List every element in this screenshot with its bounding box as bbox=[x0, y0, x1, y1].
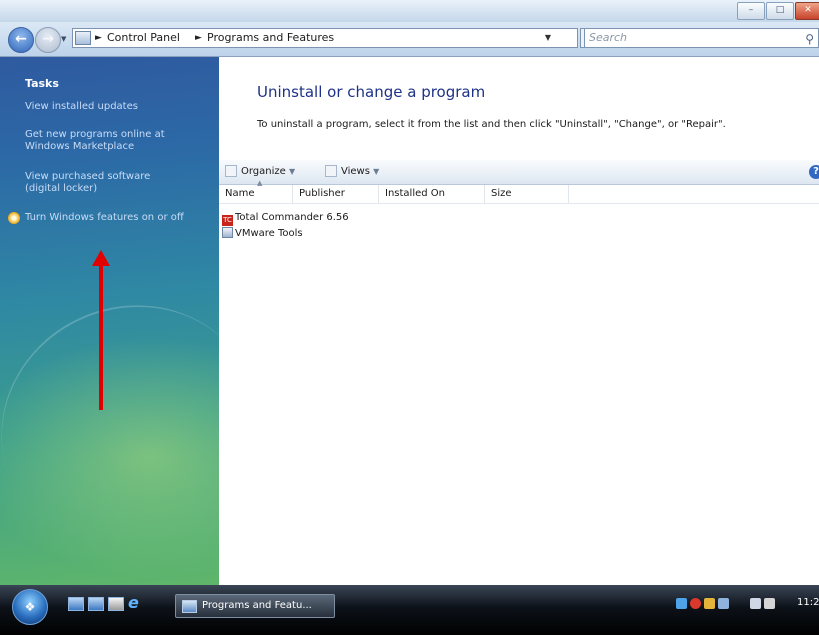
recent-pages-dropdown[interactable]: ▼ bbox=[61, 35, 66, 43]
view-installed-updates-link[interactable]: View installed updates bbox=[25, 101, 205, 113]
explorer-icon[interactable] bbox=[108, 597, 124, 611]
main-content: Uninstall or change a program To uninsta… bbox=[219, 57, 819, 585]
volume-icon[interactable] bbox=[764, 598, 775, 609]
column-publisher[interactable]: Publisher bbox=[293, 185, 379, 203]
forward-arrow-icon: → bbox=[42, 31, 54, 47]
program-name: VMware Tools bbox=[235, 228, 303, 239]
internet-explorer-icon[interactable]: e bbox=[128, 593, 139, 612]
program-name: Total Commander 6.56 bbox=[235, 212, 349, 223]
column-headers: ▲ Name Publisher Installed On Size bbox=[219, 179, 819, 204]
program-row[interactable]: VMware Tools bbox=[222, 226, 303, 242]
column-size[interactable]: Size bbox=[485, 185, 569, 203]
turn-windows-features-link[interactable]: Turn Windows features on or off bbox=[25, 212, 200, 224]
vmware-tools-icon bbox=[222, 227, 233, 238]
windows-features-shield-icon bbox=[8, 212, 20, 224]
forward-button[interactable]: → bbox=[35, 27, 61, 53]
close-button[interactable]: ✕ bbox=[795, 2, 819, 20]
column-name[interactable]: Name bbox=[219, 185, 293, 203]
breadcrumb-control-panel[interactable]: Control Panel bbox=[107, 29, 180, 47]
minimize-button[interactable]: – bbox=[737, 2, 765, 20]
organize-label: Organize bbox=[241, 166, 286, 177]
taskbar-button-programs-and-features[interactable]: Programs and Featu... bbox=[175, 594, 335, 618]
back-arrow-icon: ← bbox=[15, 31, 27, 47]
task-pane: Tasks View installed updates Get new pro… bbox=[0, 57, 299, 593]
device-tray-icon[interactable] bbox=[718, 598, 729, 609]
address-dropdown-icon[interactable]: ▼ bbox=[545, 29, 551, 47]
command-bar: Organize ▼ Views ▼ ? bbox=[219, 160, 819, 185]
total-commander-icon: TC bbox=[222, 215, 233, 226]
views-icon bbox=[325, 165, 337, 177]
organize-icon bbox=[225, 165, 237, 177]
navigation-bar: ← → ▼ ► Control Panel ► Programs and Fea… bbox=[0, 22, 819, 57]
show-desktop-icon[interactable] bbox=[68, 597, 84, 611]
control-panel-icon bbox=[182, 600, 197, 613]
taskbar-button-label: Programs and Featu... bbox=[202, 600, 312, 611]
title-bar: – □ ✕ bbox=[0, 0, 819, 22]
taskbar: ❖ e Programs and Featu... 11:2 bbox=[0, 585, 819, 635]
windows-marketplace-link[interactable]: Get new programs online at Windows Marke… bbox=[25, 129, 200, 153]
views-button[interactable]: Views ▼ bbox=[325, 160, 379, 184]
switch-windows-icon[interactable] bbox=[88, 597, 104, 611]
breadcrumb-chevron-icon[interactable]: ► bbox=[195, 29, 202, 47]
network-tray-icon[interactable] bbox=[676, 598, 687, 609]
help-icon[interactable]: ? bbox=[809, 165, 819, 179]
annotation-arrow-shaft bbox=[99, 255, 103, 410]
program-row[interactable]: TC Total Commander 6.56 bbox=[222, 210, 349, 226]
search-placeholder: Search bbox=[589, 31, 628, 44]
clock[interactable]: 11:2 bbox=[797, 597, 819, 608]
annotation-arrow-head bbox=[92, 250, 110, 266]
security-alert-tray-icon[interactable] bbox=[690, 598, 701, 609]
chevron-down-icon: ▼ bbox=[289, 167, 296, 176]
breadcrumb-programs-and-features[interactable]: Programs and Features bbox=[207, 29, 334, 47]
control-panel-icon bbox=[75, 31, 91, 45]
search-icon[interactable]: ⚲ bbox=[805, 30, 814, 48]
page-title: Uninstall or change a program bbox=[257, 83, 486, 101]
breadcrumb-chevron-icon[interactable]: ► bbox=[95, 29, 102, 47]
start-button[interactable]: ❖ bbox=[12, 589, 48, 625]
address-bar[interactable]: ► Control Panel ► Programs and Features … bbox=[72, 28, 578, 48]
network-status-icon[interactable] bbox=[750, 598, 761, 609]
search-input[interactable]: Search ⚲ bbox=[584, 28, 819, 48]
digital-locker-link[interactable]: View purchased software (digital locker) bbox=[25, 171, 185, 195]
windows-logo-icon: ❖ bbox=[24, 600, 36, 614]
chevron-down-icon: ▼ bbox=[373, 167, 380, 176]
maximize-button[interactable]: □ bbox=[766, 2, 794, 20]
tasks-heading: Tasks bbox=[25, 77, 59, 90]
column-installed-on[interactable]: Installed On bbox=[379, 185, 485, 203]
page-instructions: To uninstall a program, select it from t… bbox=[257, 119, 726, 130]
views-label: Views bbox=[341, 166, 370, 177]
back-button[interactable]: ← bbox=[8, 27, 34, 53]
vmware-tray-icon[interactable] bbox=[704, 598, 715, 609]
